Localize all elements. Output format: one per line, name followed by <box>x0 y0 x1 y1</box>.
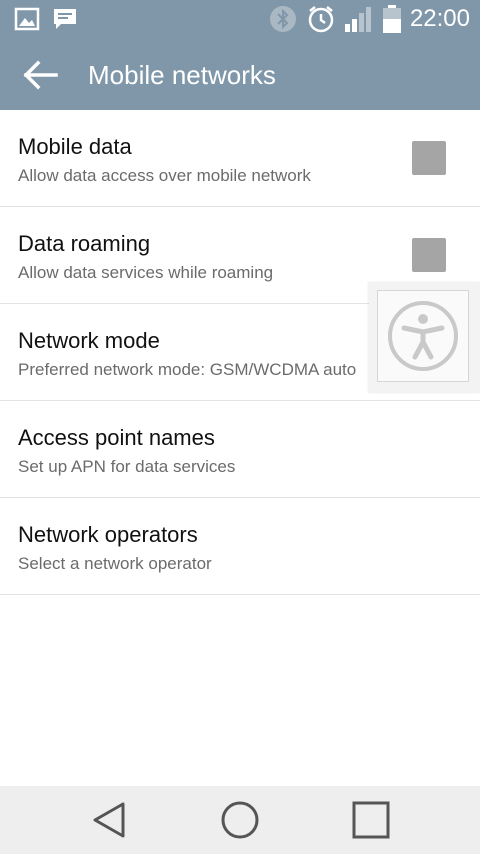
signal-icon <box>344 7 371 32</box>
setting-subtitle: Preferred network mode: GSM/WCDMA auto <box>18 360 357 379</box>
battery-icon <box>382 5 401 33</box>
notification-icons <box>14 7 78 31</box>
accessibility-floating-button[interactable] <box>369 282 480 393</box>
clock: 22:00 <box>409 5 470 32</box>
nav-back-button[interactable] <box>90 800 130 840</box>
alarm-icon <box>308 6 334 33</box>
setting-network-operators[interactable]: Network operators Select a network opera… <box>0 498 480 595</box>
back-triangle-icon <box>93 802 125 838</box>
accessibility-icon <box>388 301 458 371</box>
back-button[interactable] <box>22 58 62 92</box>
setting-subtitle: Allow data access over mobile network <box>18 166 311 185</box>
image-notification-icon <box>14 7 40 31</box>
app-bar: Mobile networks <box>0 40 480 110</box>
home-circle-icon <box>221 801 259 839</box>
nav-home-button[interactable] <box>220 800 260 840</box>
status-bar: 22:00 <box>0 0 480 40</box>
setting-mobile-data[interactable]: Mobile data Allow data access over mobil… <box>0 110 480 207</box>
setting-subtitle: Allow data services while roaming <box>18 263 274 282</box>
setting-subtitle: Select a network operator <box>18 554 212 573</box>
recents-square-icon <box>352 801 390 839</box>
setting-title: Mobile data <box>18 134 132 159</box>
bluetooth-icon <box>269 6 296 32</box>
setting-title: Network operators <box>18 522 198 547</box>
setting-access-point-names[interactable]: Access point names Set up APN for data s… <box>0 401 480 498</box>
status-icons: 22:00 <box>268 4 470 34</box>
page-title: Mobile networks <box>88 60 276 90</box>
setting-title: Access point names <box>18 425 215 450</box>
setting-title: Network mode <box>18 328 160 353</box>
arrow-left-icon <box>23 60 58 90</box>
setting-subtitle: Set up APN for data services <box>18 457 236 476</box>
nav-recents-button[interactable] <box>351 800 391 840</box>
accessibility-button-frame <box>377 290 469 382</box>
setting-title: Data roaming <box>18 231 151 256</box>
data-roaming-checkbox[interactable] <box>412 238 446 272</box>
mobile-data-checkbox[interactable] <box>412 141 446 175</box>
message-notification-icon <box>54 9 76 29</box>
navigation-bar <box>0 786 480 854</box>
